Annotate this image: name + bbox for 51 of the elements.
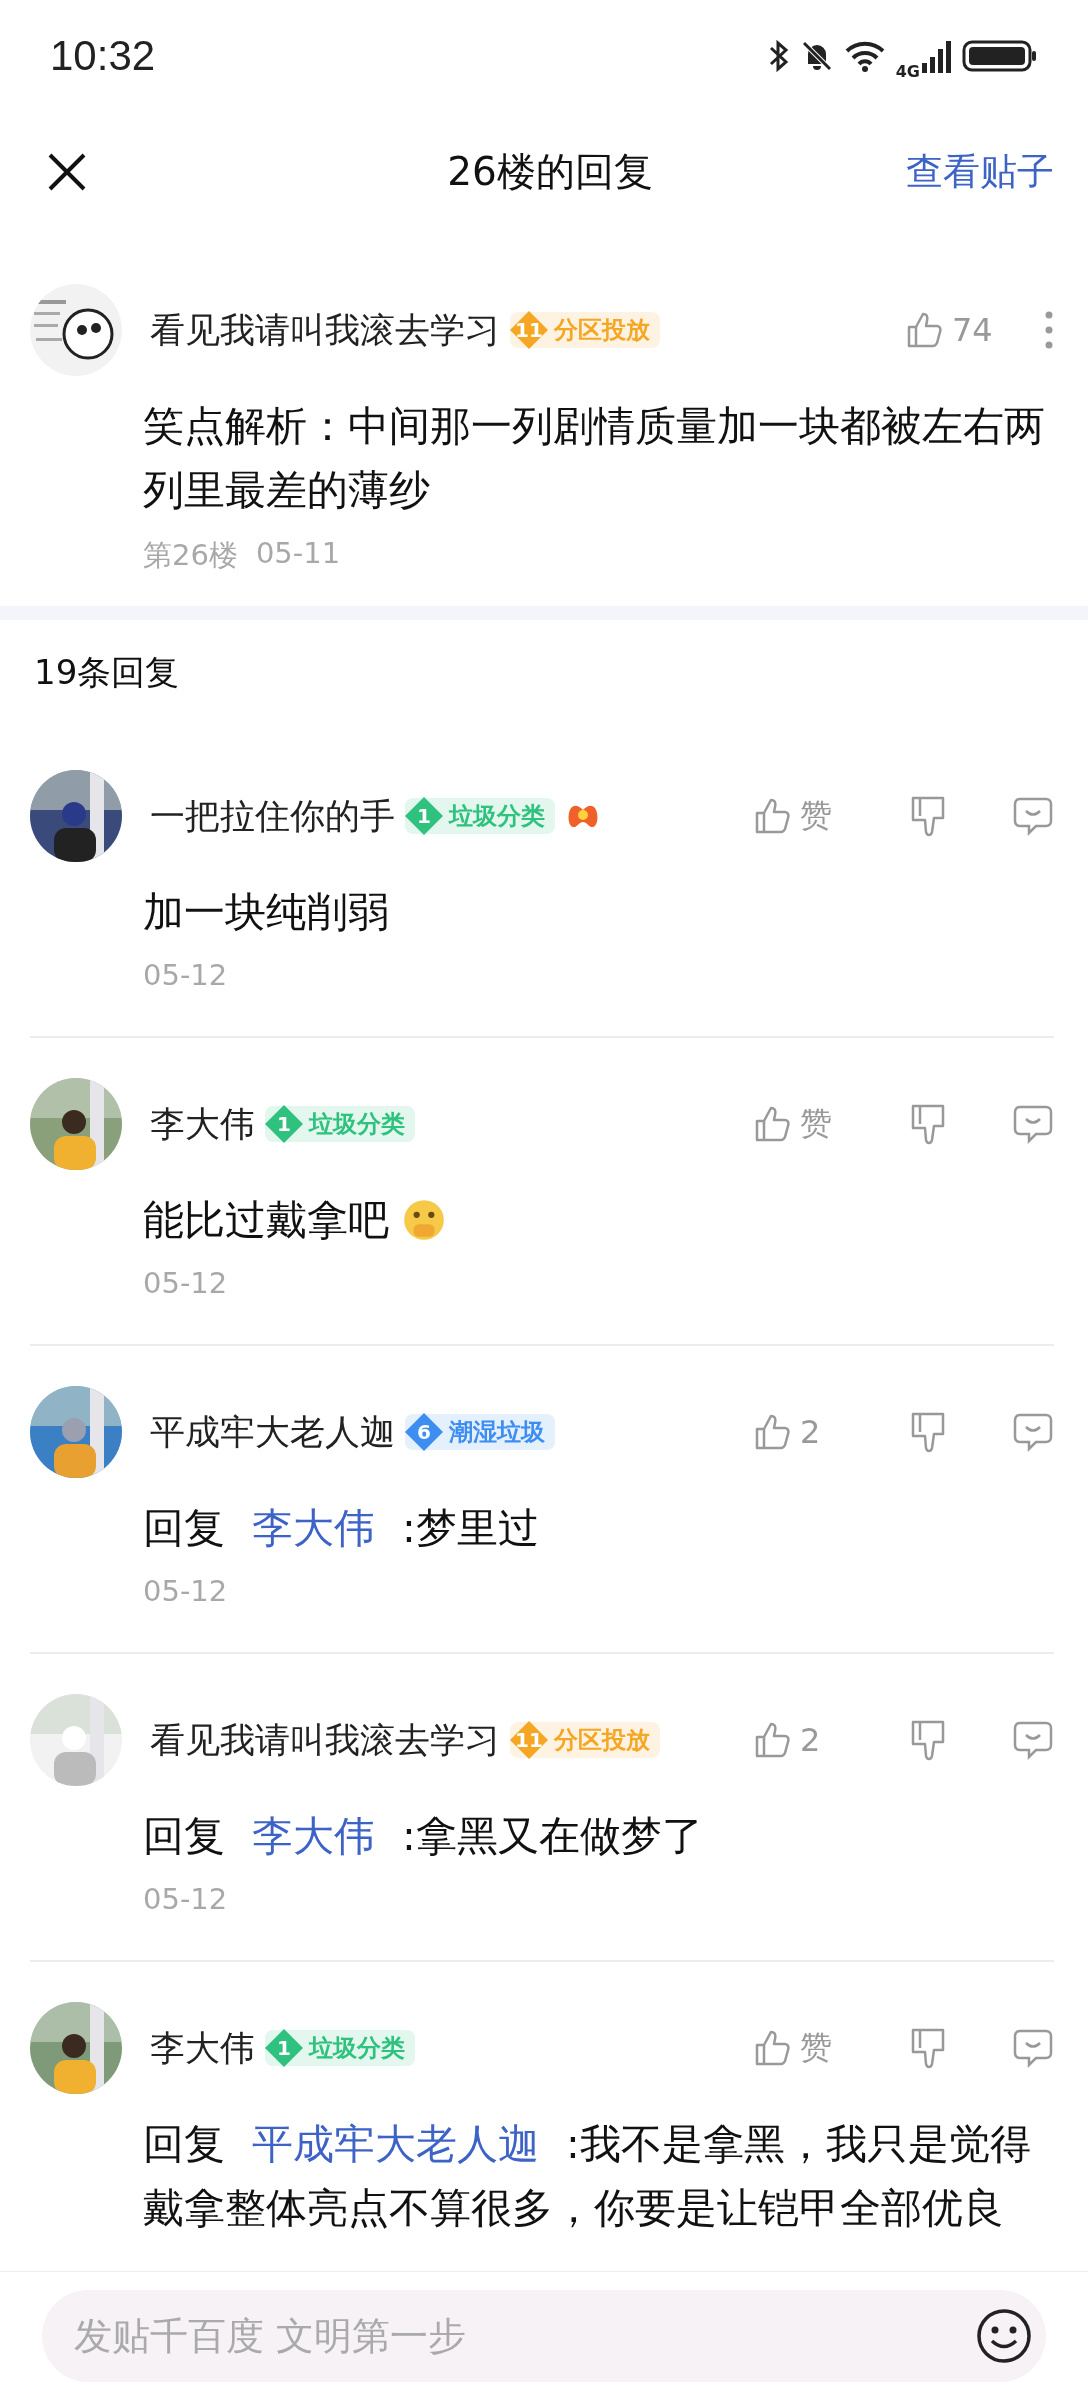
reply-text: 回复 李大伟 :拿黑又在做梦了 <box>143 1811 703 1862</box>
comment-input[interactable]: 发贴千百度 文明第一步 <box>42 2290 1046 2382</box>
comment-icon[interactable] <box>1012 795 1054 837</box>
level-badge: 1 垃圾分类 <box>405 798 555 834</box>
view-post-link[interactable]: 查看贴子 <box>906 147 1054 197</box>
comment-icon[interactable] <box>1012 1411 1054 1453</box>
username[interactable]: 看见我请叫我滚去学习 <box>150 306 500 354</box>
more-icon[interactable] <box>1044 310 1054 350</box>
wifi-icon <box>843 39 886 73</box>
network-label: 4G <box>895 61 920 81</box>
level-badge: 11 分区投放 <box>510 312 660 348</box>
reply-date: 05-12 <box>143 958 228 992</box>
like-button[interactable]: 2 <box>752 1412 844 1452</box>
like-button[interactable]: 赞 <box>752 794 844 838</box>
signal-icon <box>922 39 952 73</box>
level-badge: 6 潮湿垃圾 <box>405 1414 555 1450</box>
like-button[interactable]: 赞 <box>752 2026 844 2070</box>
username[interactable]: 平成牢大老人迦 <box>150 1408 395 1456</box>
reply-text: 加一块纯削弱 <box>143 887 389 938</box>
post-text: 笑点解析：中间那一列剧情质量加一块都被左右两列里最差的薄纱 <box>143 401 1046 516</box>
battery-icon <box>962 39 1038 73</box>
reply-text: 回复 李大伟 :梦里过 <box>143 1503 539 1554</box>
like-button[interactable]: 2 <box>752 1720 844 1760</box>
username[interactable]: 李大伟 <box>150 2024 255 2072</box>
like-button[interactable]: 74 <box>904 310 996 350</box>
level-badge: 1 垃圾分类 <box>265 1106 415 1142</box>
reply-date: 05-12 <box>143 1266 228 1300</box>
reply-text: 回复 平成牢大老人迦 :我不是拿黑，我只是觉得戴拿整体亮点不算很多，你要是让铠甲全部优良 <box>143 2119 1032 2234</box>
reply-text: 能比过戴拿吧 <box>143 1195 389 1246</box>
comment-icon[interactable] <box>1012 1103 1054 1145</box>
post-date: 05-11 <box>255 536 341 572</box>
reply-date: 05-12 <box>143 1882 228 1916</box>
close-icon[interactable] <box>46 151 88 193</box>
reply-date: 05-12 <box>143 1574 228 1608</box>
user-link[interactable]: 平成牢大老人迦 <box>252 2120 540 2168</box>
bluetooth-icon <box>767 39 790 73</box>
page-title: 26楼的回复 <box>447 148 653 196</box>
username[interactable]: 一把拉住你的手 <box>150 792 395 840</box>
like-button[interactable]: 赞 <box>752 1102 844 1146</box>
user-link[interactable]: 李大伟 <box>252 1812 376 1860</box>
status-time: 10:32 <box>50 32 156 80</box>
username[interactable]: 李大伟 <box>150 1100 255 1148</box>
reply-count: 19条回复 <box>33 651 181 694</box>
level-badge: 1 垃圾分类 <box>265 2030 415 2066</box>
comment-icon[interactable] <box>1012 1719 1054 1761</box>
level-badge: 11 分区投放 <box>510 1722 660 1758</box>
floor-number: 第26楼 <box>143 537 238 574</box>
username[interactable]: 看见我请叫我滚去学习 <box>150 1716 500 1764</box>
emoji-icon[interactable] <box>976 2308 1032 2364</box>
comment-icon[interactable] <box>1012 2027 1054 2069</box>
user-link[interactable]: 李大伟 <box>252 1504 376 1552</box>
